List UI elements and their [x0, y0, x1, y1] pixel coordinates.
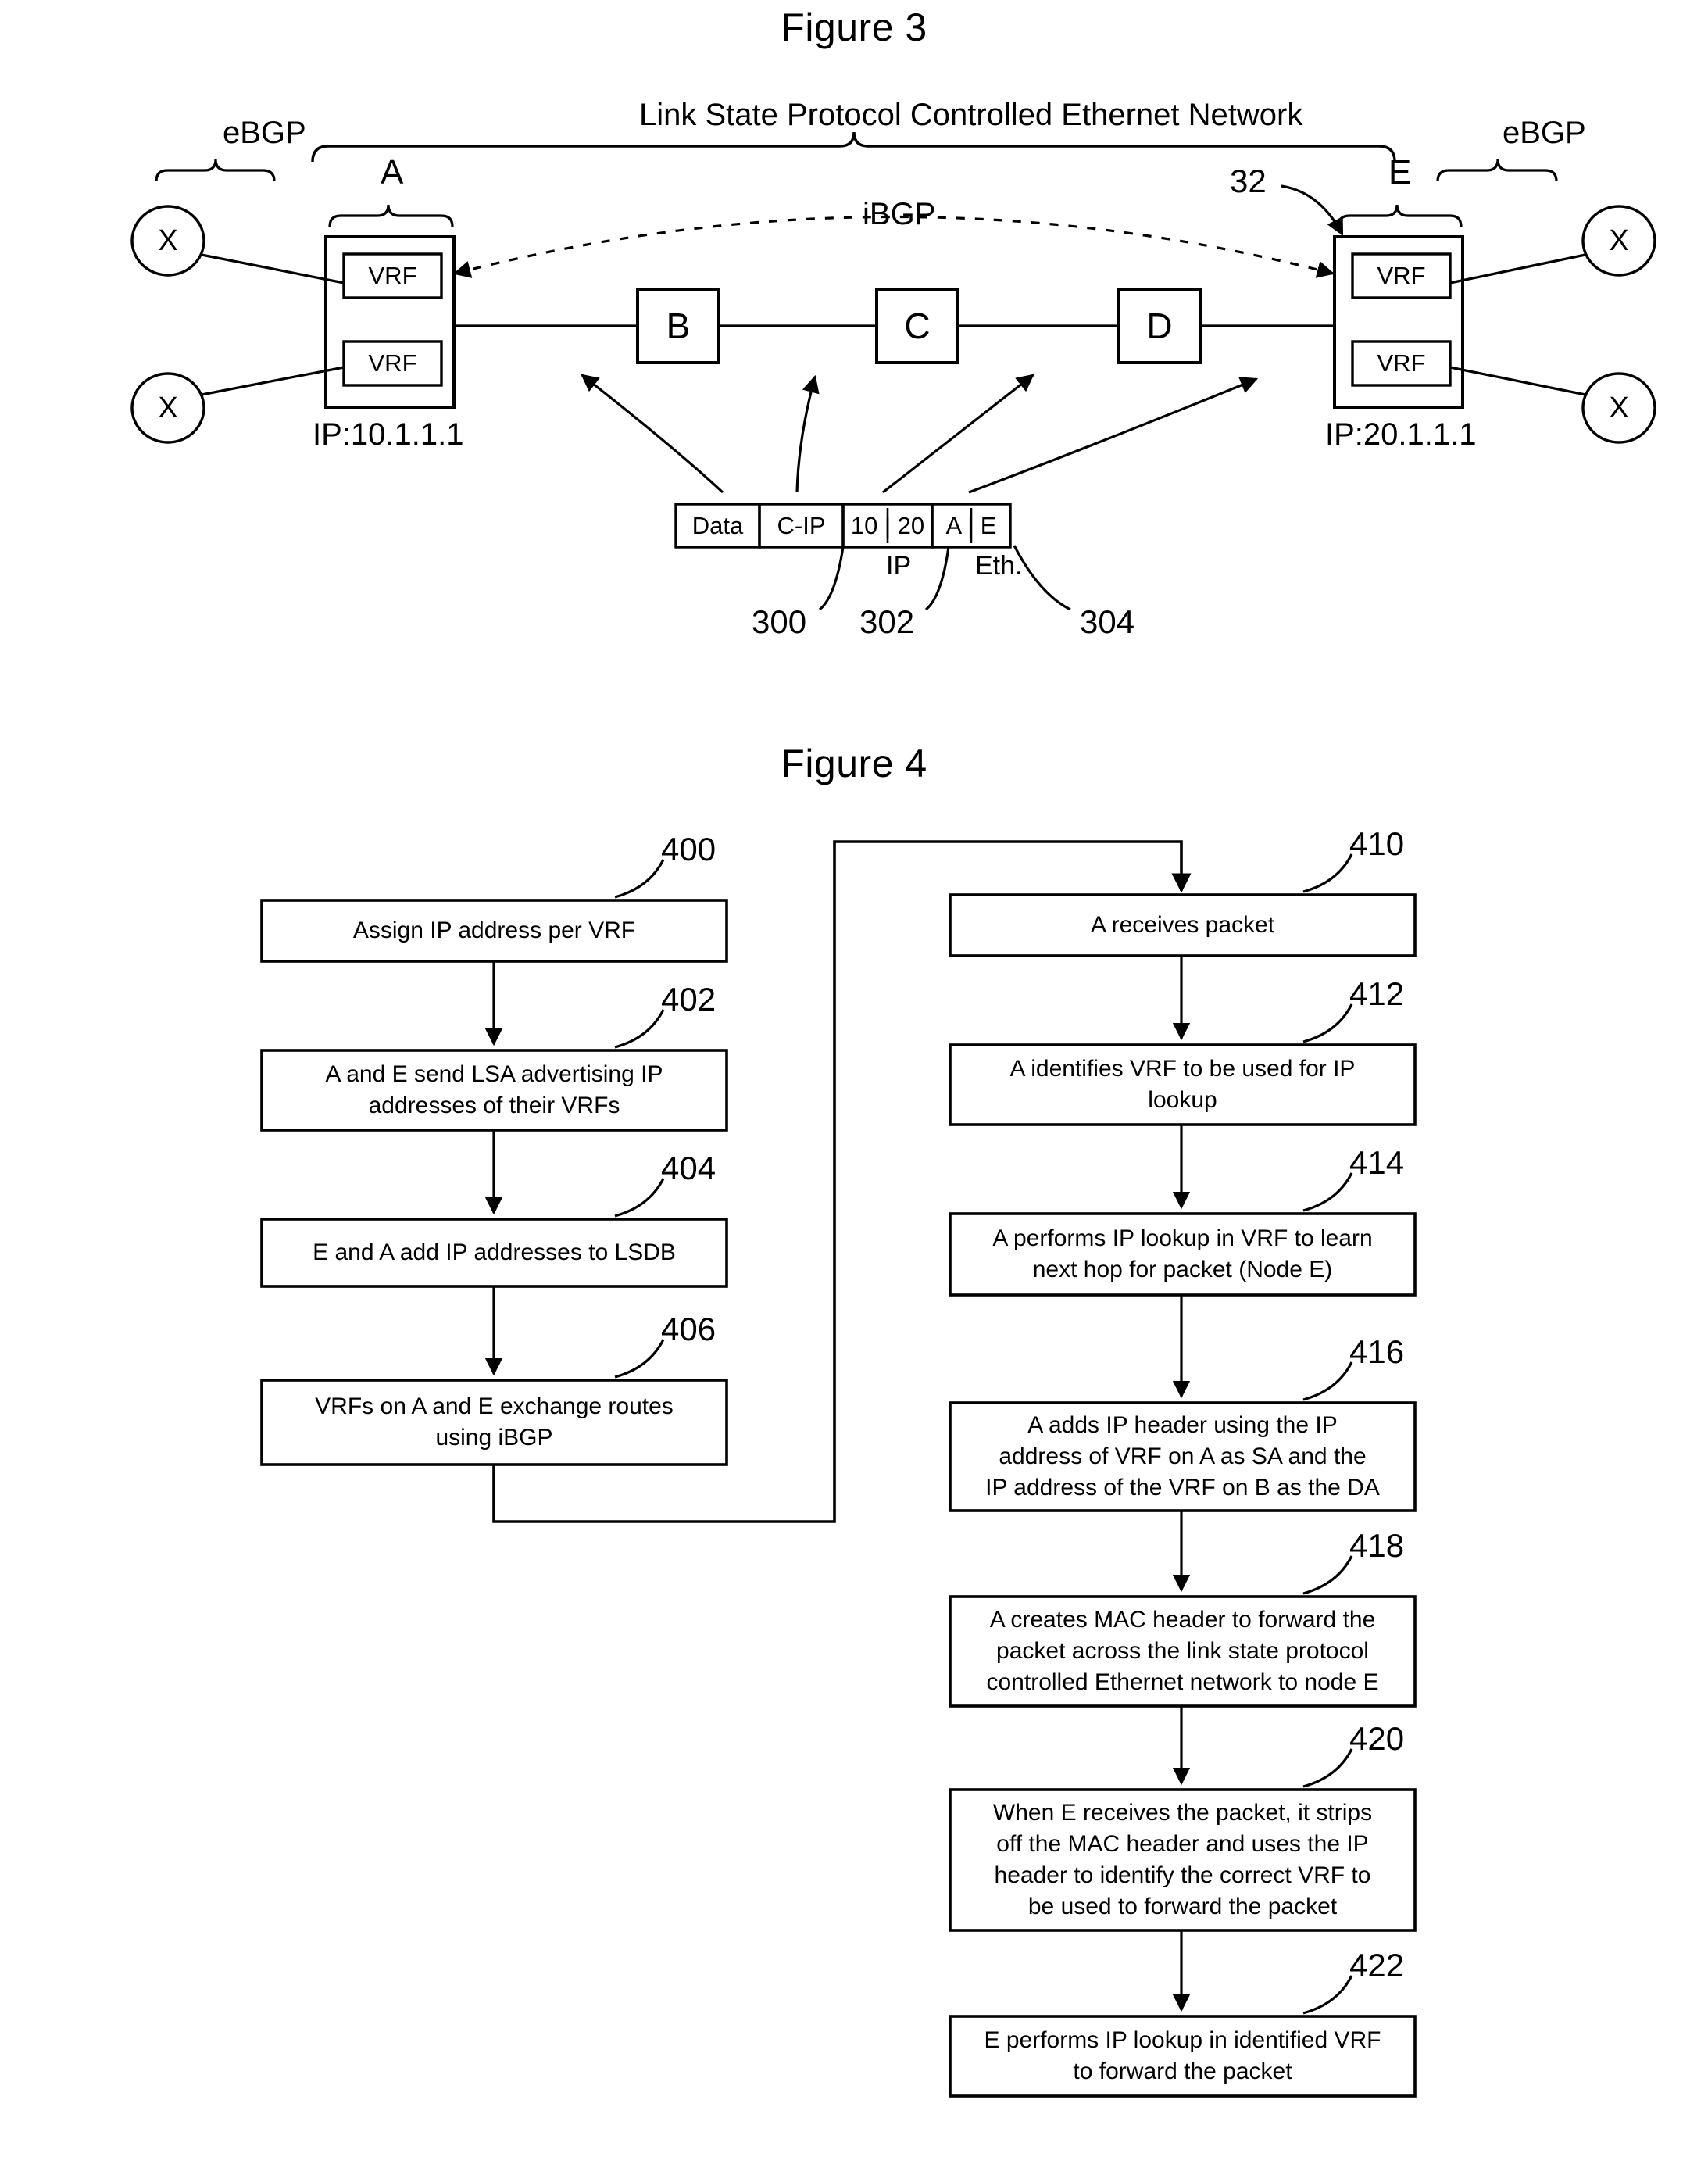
flow-box-414: A performs IP lookup in VRF to learn nex…	[992, 1225, 1373, 1282]
node-e-letter: E	[1388, 153, 1412, 191]
flow-box-402: A and E send LSA advertising IP addresse…	[325, 1061, 663, 1118]
packet-ref-304: 304	[1080, 603, 1135, 640]
customer-x-top-right: X	[1609, 224, 1629, 257]
vrf-a-top-label: VRF	[368, 262, 417, 289]
flow-box-416: A adds IP header using the IP address of…	[985, 1412, 1380, 1501]
flow-ref-400: 400	[661, 831, 716, 867]
packet-ref-302: 302	[859, 603, 915, 640]
network-label: Link State Protocol Controlled Ethernet …	[639, 98, 1303, 132]
flow-ref-410: 410	[1349, 825, 1405, 862]
flow-box-420: When E receives the packet, it strips of…	[992, 1800, 1373, 1919]
ebgp-right-label: eBGP	[1503, 116, 1586, 150]
figure-4-title: Figure 4	[781, 742, 927, 785]
reference-32: 32	[1230, 163, 1267, 199]
packet-sublabel-eth: Eth.	[975, 551, 1023, 581]
core-node-b: B	[666, 306, 691, 346]
packet-ref-300: 300	[752, 603, 807, 640]
vrf-a-bottom-label: VRF	[368, 349, 417, 377]
figure-3-title: Figure 3	[781, 5, 927, 49]
node-e-ip-label: IP:20.1.1.1	[1325, 417, 1477, 452]
figure-vector-layer	[130, 131, 1656, 2098]
node-a-letter: A	[381, 153, 404, 191]
flow-box-400: Assign IP address per VRF	[352, 918, 636, 943]
flow-ref-412: 412	[1349, 975, 1405, 1012]
flow-box-404: E and A add IP addresses to LSDB	[313, 1239, 676, 1265]
vrf-e-bottom-label: VRF	[1377, 349, 1426, 377]
flow-ref-404: 404	[661, 1150, 716, 1186]
flow-box-422: E performs IP lookup in identified VRF t…	[984, 2027, 1381, 2084]
packet-cell-data: Data	[691, 511, 744, 539]
flow-ref-406: 406	[661, 1311, 716, 1347]
vrf-e-top-label: VRF	[1377, 262, 1426, 289]
ebgp-left-label: eBGP	[223, 116, 306, 150]
packet-cell-ip-addresses: 10 | 20	[850, 511, 925, 539]
flow-box-410: A receives packet	[1090, 912, 1275, 938]
customer-x-bottom-right: X	[1609, 391, 1629, 424]
flow-box-418: A creates MAC header to forward the pack…	[986, 1607, 1379, 1695]
core-node-d: D	[1146, 306, 1173, 346]
flow-ref-414: 414	[1349, 1144, 1405, 1181]
flow-ref-402: 402	[661, 981, 716, 1018]
flow-box-412: A identifies VRF to be used for IP looku…	[1009, 1056, 1356, 1113]
flow-box-406: VRFs on A and E exchange routes using iB…	[315, 1393, 674, 1450]
node-a-ip-label: IP:10.1.1.1	[313, 417, 464, 452]
customer-x-bottom-left: X	[158, 391, 178, 424]
packet-sublabel-ip: IP	[886, 551, 912, 581]
customer-x-top-left: X	[158, 224, 178, 257]
flow-ref-418: 418	[1349, 1527, 1405, 1564]
ibgp-label: iBGP	[863, 197, 936, 231]
flow-ref-422: 422	[1349, 1947, 1405, 1983]
flow-ref-416: 416	[1349, 1333, 1405, 1370]
packet-cell-mac-addresses: A | E	[945, 511, 997, 539]
core-node-c: C	[904, 306, 931, 346]
packet-cell-c-ip: C-IP	[777, 511, 826, 539]
flow-ref-420: 420	[1349, 1720, 1405, 1757]
